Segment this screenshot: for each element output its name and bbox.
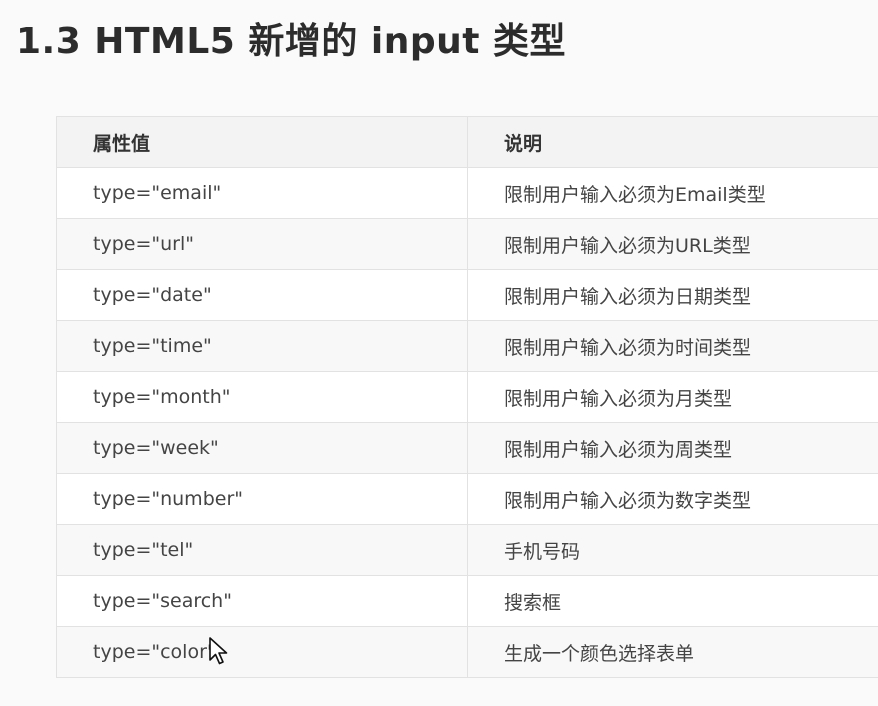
- table-row: type="week" 限制用户输入必须为周类型: [56, 422, 878, 474]
- type-value-cell: type="week": [56, 422, 468, 474]
- type-value-cell: type="number": [56, 473, 468, 525]
- type-value-cell: type="time": [56, 320, 468, 372]
- description-cell: 限制用户输入必须为数字类型: [467, 473, 878, 525]
- section-heading: 1.3 HTML5 新增的 input 类型: [16, 21, 566, 62]
- type-value-cell: type="tel": [56, 524, 468, 576]
- description-cell: 生成一个颜色选择表单: [467, 626, 878, 678]
- header-attribute-value: 属性值: [56, 116, 468, 168]
- type-value-cell: type="email": [56, 167, 468, 219]
- table-row: type="number" 限制用户输入必须为数字类型: [56, 473, 878, 525]
- table-header-row: 属性值 说明: [56, 116, 878, 168]
- table-row: type="color" 生成一个颜色选择表单: [56, 626, 878, 678]
- description-cell: 手机号码: [467, 524, 878, 576]
- description-cell: 限制用户输入必须为Email类型: [467, 167, 878, 219]
- description-cell: 限制用户输入必须为时间类型: [467, 320, 878, 372]
- description-cell: 限制用户输入必须为URL类型: [467, 218, 878, 270]
- table-row: type="search" 搜索框: [56, 575, 878, 627]
- type-value-cell: type="color": [56, 626, 468, 678]
- type-value-cell: type="url": [56, 218, 468, 270]
- description-cell: 限制用户输入必须为周类型: [467, 422, 878, 474]
- table-row: type="url" 限制用户输入必须为URL类型: [56, 218, 878, 270]
- description-cell: 搜索框: [467, 575, 878, 627]
- table-row: type="date" 限制用户输入必须为日期类型: [56, 269, 878, 321]
- table-row: type="tel" 手机号码: [56, 524, 878, 576]
- input-types-table: 属性值 说明 type="email" 限制用户输入必须为Email类型 typ…: [56, 116, 878, 678]
- header-description: 说明: [467, 116, 878, 168]
- table-row: type="email" 限制用户输入必须为Email类型: [56, 167, 878, 219]
- type-value-cell: type="date": [56, 269, 468, 321]
- description-cell: 限制用户输入必须为月类型: [467, 371, 878, 423]
- mouse-pointer-icon: [209, 637, 228, 665]
- description-cell: 限制用户输入必须为日期类型: [467, 269, 878, 321]
- table-row: type="month" 限制用户输入必须为月类型: [56, 371, 878, 423]
- type-value-cell: type="month": [56, 371, 468, 423]
- table-row: type="time" 限制用户输入必须为时间类型: [56, 320, 878, 372]
- type-value-cell: type="search": [56, 575, 468, 627]
